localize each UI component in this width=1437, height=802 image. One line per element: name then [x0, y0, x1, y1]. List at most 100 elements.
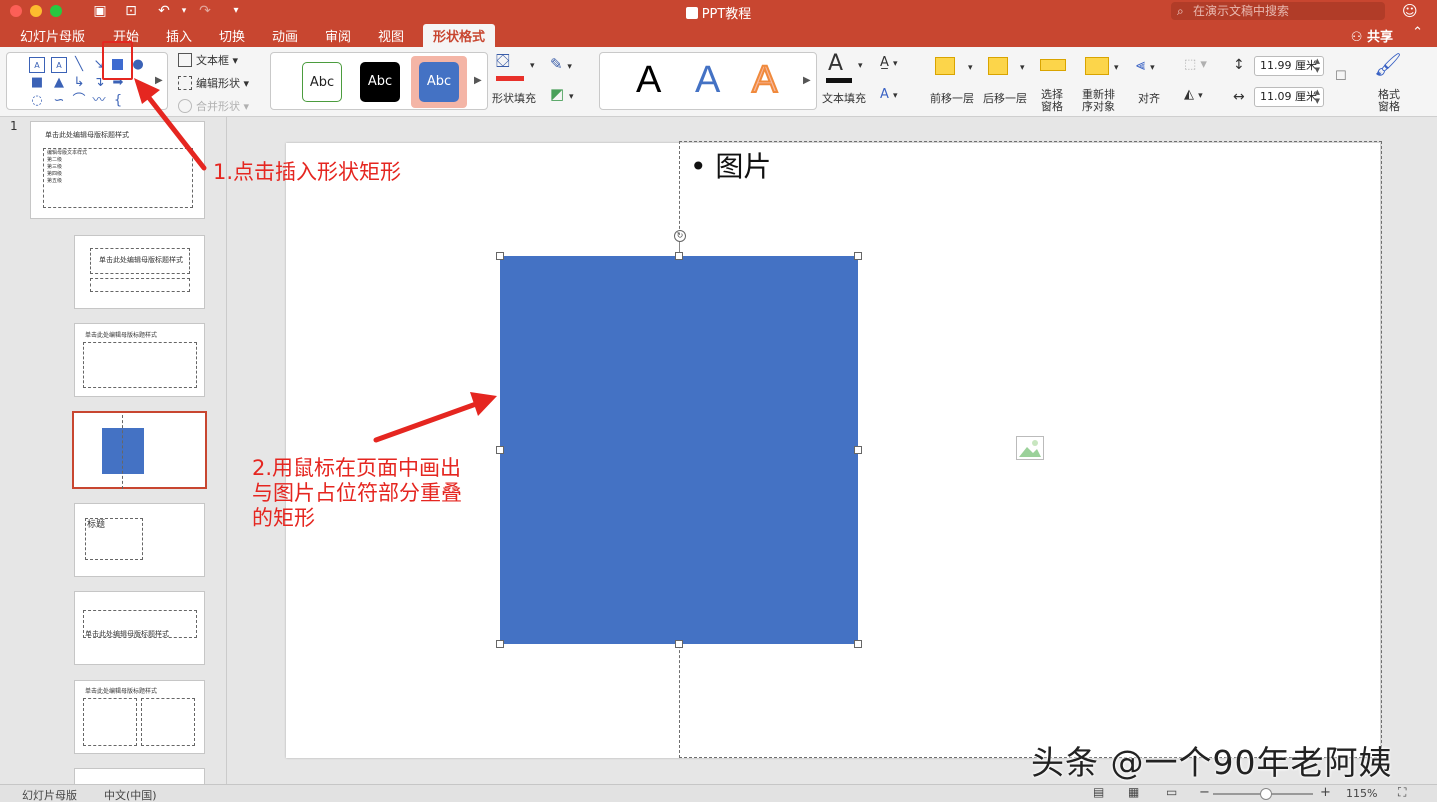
send-backward-icon[interactable]: [988, 57, 1008, 75]
fit-to-window-icon[interactable]: ⛶: [1398, 785, 1406, 800]
status-language[interactable]: 中文(中国): [104, 787, 157, 802]
edit-shape-button[interactable]: 编辑形状 ▾: [178, 75, 249, 91]
tab-animations[interactable]: 动画: [272, 26, 298, 45]
selection-pane-icon[interactable]: [1040, 59, 1066, 71]
format-pane-brush-icon[interactable]: 🖌: [1374, 53, 1402, 78]
share-button[interactable]: ⚇ 共享: [1351, 26, 1393, 45]
align-label[interactable]: 对齐: [1138, 90, 1160, 106]
bring-forward-dropdown-icon[interactable]: ▾: [968, 63, 973, 73]
paint-bucket-icon[interactable]: ⛋: [496, 51, 510, 72]
collapse-ribbon-icon[interactable]: ⌃: [1412, 25, 1423, 40]
slide-sorter-view-icon[interactable]: ▦: [1128, 785, 1139, 799]
wordart-style-orange[interactable]: A: [751, 58, 778, 102]
bring-forward-label[interactable]: 前移一层: [930, 90, 974, 106]
placeholder-bullet-text[interactable]: • 图片: [690, 145, 771, 185]
slide-editing-canvas[interactable]: • 图片 ↻: [228, 117, 1437, 784]
shape-style-outline[interactable]: Abc: [302, 62, 342, 102]
tab-review[interactable]: 审阅: [325, 26, 351, 45]
resize-handle-bottom-right[interactable]: [854, 640, 862, 648]
curve-shape-icon[interactable]: ∽: [51, 93, 67, 109]
shape-fill-label[interactable]: 形状填充: [492, 90, 536, 106]
layout-thumbnail-section[interactable]: 单击此处编辑母版标题样式: [74, 591, 205, 665]
resize-handle-top[interactable]: [675, 252, 683, 260]
text-fill-icon[interactable]: A: [828, 51, 843, 76]
zoom-in-icon[interactable]: +: [1320, 785, 1331, 800]
master-thumbnail[interactable]: 单击此处编辑母版标题样式 编辑母版文本样式 第二级 第三级 第四级 第五级: [30, 121, 205, 219]
brace-shape-icon[interactable]: {: [110, 93, 126, 109]
tab-insert[interactable]: 插入: [166, 26, 192, 45]
elbow-connector-shape-icon[interactable]: ↳: [71, 75, 87, 91]
height-stepper-icon[interactable]: ▲ ▼: [1315, 57, 1320, 75]
wordart-gallery-next-icon[interactable]: ▶: [803, 75, 811, 86]
layout-title-word: 标题: [87, 520, 106, 530]
tab-transitions[interactable]: 切换: [219, 26, 245, 45]
vertical-text-box-shape-icon[interactable]: A: [51, 57, 67, 73]
selection-pane-label[interactable]: 选择 窗格: [1041, 89, 1063, 113]
tab-view[interactable]: 视图: [378, 26, 404, 45]
wordart-style-blue[interactable]: A: [695, 59, 720, 102]
width-stepper-icon[interactable]: ▲ ▼: [1315, 88, 1320, 106]
text-box-shape-icon[interactable]: A: [29, 57, 45, 73]
layout-thumbnail-picture-selected[interactable]: [72, 411, 207, 489]
text-effects-icon[interactable]: A ▾: [880, 87, 898, 102]
layout-thumbnail-comparison[interactable]: [74, 768, 205, 784]
shape-style-blue-selected[interactable]: Abc: [411, 56, 467, 108]
resize-handle-bottom-left[interactable]: [496, 640, 504, 648]
scribble-shape-icon[interactable]: 〰: [91, 93, 107, 109]
zoom-level[interactable]: 115%: [1346, 787, 1377, 800]
send-backward-dropdown-icon[interactable]: ▾: [1020, 63, 1025, 73]
lock-aspect-ratio-checkbox[interactable]: ☐: [1335, 69, 1347, 84]
style-gallery-next-icon[interactable]: ▶: [474, 75, 482, 86]
drawn-rectangle-shape[interactable]: [500, 256, 858, 644]
reorder-objects-icon[interactable]: [1085, 57, 1109, 75]
triangle-shape-icon[interactable]: ▲: [51, 75, 67, 91]
reorder-objects-label[interactable]: 重新排 序对象: [1082, 89, 1115, 113]
wordart-style-black[interactable]: A: [636, 59, 661, 102]
normal-view-icon[interactable]: ▤: [1093, 785, 1104, 799]
shape-width-field[interactable]: 11.09 厘米 ▲ ▼: [1254, 87, 1324, 107]
slide[interactable]: • 图片 ↻: [286, 141, 1382, 758]
shape-outline-pen-icon[interactable]: ✎ ▾: [550, 55, 572, 73]
layout-thumbnail-title[interactable]: 单击此处编辑母版标题样式: [74, 235, 205, 309]
zoom-out-icon[interactable]: −: [1199, 785, 1210, 800]
layout-thumbnail-two-content[interactable]: 单击此处编辑母版标题样式: [74, 680, 205, 754]
text-fill-label[interactable]: 文本填充: [822, 90, 866, 106]
shape-style-black[interactable]: Abc: [360, 62, 400, 102]
feedback-smiley-icon[interactable]: ☺: [1402, 2, 1418, 20]
line-shape-icon[interactable]: ╲: [71, 57, 87, 73]
align-icon[interactable]: ⫷ ▾: [1136, 55, 1155, 75]
search-input[interactable]: ⌕ 在演示文稿中搜索: [1171, 2, 1385, 20]
tab-slide-master[interactable]: 幻灯片母版: [20, 26, 85, 45]
resize-handle-top-right[interactable]: [854, 252, 862, 260]
slide-thumbnails-panel[interactable]: 1 单击此处编辑母版标题样式 编辑母版文本样式 第二级 第三级 第四级 第五级 …: [0, 117, 227, 784]
text-box-button[interactable]: 文本框 ▾: [178, 52, 238, 68]
bring-forward-icon[interactable]: [935, 57, 955, 75]
presenter-view-icon[interactable]: ▭: [1166, 785, 1177, 799]
shape-height-field[interactable]: 11.99 厘米 ▲ ▼: [1254, 56, 1324, 76]
wordart-styles-gallery: A A A: [599, 52, 817, 110]
rotate-handle-icon[interactable]: ↻: [674, 230, 686, 242]
rounded-rectangle-shape-icon[interactable]: ■: [29, 75, 45, 91]
arc-shape-icon[interactable]: ⌒: [71, 93, 87, 109]
text-outline-icon[interactable]: A̲ ▾: [880, 55, 898, 70]
format-pane-label[interactable]: 格式 窗格: [1378, 89, 1400, 113]
text-fill-dropdown-icon[interactable]: ▾: [858, 61, 863, 71]
layout-thumbnail-title-only[interactable]: 标题: [74, 503, 205, 577]
rotate-objects-icon[interactable]: ◭ ▾: [1184, 87, 1203, 102]
tab-shape-format[interactable]: 形状格式: [423, 24, 496, 47]
insert-picture-icon[interactable]: [1016, 436, 1044, 460]
freeform-shape-icon[interactable]: ◌: [29, 93, 45, 109]
group-objects-icon[interactable]: ⬚ ▾: [1184, 57, 1207, 72]
resize-handle-top-left[interactable]: [496, 252, 504, 260]
zoom-slider-knob[interactable]: [1260, 788, 1272, 800]
resize-handle-bottom[interactable]: [675, 640, 683, 648]
merge-shapes-button[interactable]: 合并形状 ▾: [178, 98, 249, 114]
layout-thumbnail-content[interactable]: 单击此处编辑母版标题样式: [74, 323, 205, 397]
shapes-gallery-more-icon[interactable]: ▶: [155, 75, 163, 86]
shape-fill-dropdown-icon[interactable]: ▾: [530, 61, 535, 71]
resize-handle-left[interactable]: [496, 446, 504, 454]
shape-effects-icon[interactable]: ◩ ▾: [550, 85, 573, 103]
send-backward-label[interactable]: 后移一层: [983, 90, 1027, 106]
resize-handle-right[interactable]: [854, 446, 862, 454]
reorder-dropdown-icon[interactable]: ▾: [1114, 63, 1119, 73]
